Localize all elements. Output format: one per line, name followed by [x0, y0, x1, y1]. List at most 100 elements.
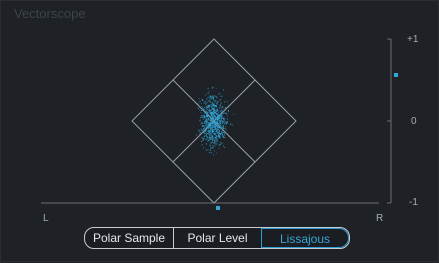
sample-dot: [214, 138, 216, 140]
sample-dot: [219, 127, 221, 129]
sample-dot: [211, 115, 213, 117]
sample-dot: [222, 122, 224, 124]
sample-dot: [211, 128, 213, 129]
sample-dot: [223, 110, 225, 112]
sample-dot: [225, 127, 227, 129]
sample-dot: [213, 121, 215, 123]
sample-dot: [203, 128, 205, 130]
sample-dot: [219, 143, 221, 145]
sample-dot: [207, 92, 209, 94]
sample-dot: [213, 105, 215, 107]
sample-dot: [223, 89, 224, 91]
sample-dot: [206, 136, 208, 138]
sample-dot: [221, 120, 223, 122]
sample-dot: [213, 104, 215, 106]
sample-dot: [210, 105, 212, 107]
sample-dot: [210, 137, 211, 139]
sample-dot: [204, 132, 206, 134]
sample-dot: [219, 115, 221, 117]
sample-dot: [217, 110, 219, 112]
sample-dot: [220, 96, 222, 97]
sample-dot: [210, 127, 211, 129]
sample-dot: [213, 97, 215, 98]
sample-dot: [203, 115, 205, 117]
sample-dot: [226, 123, 227, 125]
sample-dot: [221, 109, 223, 111]
sample-dot: [221, 106, 223, 107]
sample-dot: [216, 116, 218, 118]
sample-dot: [216, 135, 218, 137]
sample-dot: [202, 140, 203, 142]
sample-dot: [214, 107, 216, 109]
sample-dot: [212, 86, 214, 88]
sample-dot: [218, 127, 220, 129]
sample-dot: [210, 110, 212, 112]
sample-dot: [202, 119, 204, 121]
sample-dot: [212, 154, 214, 156]
sample-dot: [215, 118, 217, 119]
sample-dot: [218, 118, 219, 120]
sample-dot: [219, 113, 221, 115]
sample-dot: [219, 104, 221, 106]
sample-dot: [210, 131, 212, 133]
sample-dot: [211, 117, 213, 119]
sample-dot: [207, 107, 209, 108]
sample-dot: [208, 108, 210, 110]
sample-dot: [227, 111, 229, 113]
sample-dot: [208, 96, 209, 98]
sample-dot: [217, 115, 219, 117]
sample-dot: [218, 107, 220, 109]
sample-dot: [203, 102, 205, 104]
sample-dot: [207, 112, 209, 114]
sample-dot: [208, 129, 209, 131]
sample-dot: [212, 113, 214, 115]
sample-dot: [218, 93, 220, 95]
sample-dot: [206, 125, 208, 127]
sample-dot: [209, 97, 211, 99]
sample-dot: [214, 117, 216, 118]
sample-dot: [210, 149, 212, 151]
sample-dot: [205, 118, 207, 120]
sample-dot: [228, 105, 230, 107]
sample-dot: [218, 134, 220, 136]
sample-dot: [226, 118, 228, 120]
sample-dot: [213, 150, 215, 152]
sample-dot: [207, 122, 209, 124]
sample-dot: [218, 111, 219, 113]
sample-dot: [201, 103, 202, 105]
sample-dot: [222, 145, 224, 147]
sample-dot: [205, 107, 207, 109]
sample-dot: [220, 137, 222, 139]
sample-dot: [207, 110, 209, 112]
sample-dot: [206, 126, 208, 128]
sample-dot: [217, 109, 219, 111]
sample-dot: [223, 124, 224, 126]
mode-polar-sample-button[interactable]: Polar Sample: [85, 228, 173, 248]
sample-dot: [229, 123, 231, 125]
sample-dot: [203, 108, 205, 110]
sample-dot: [212, 146, 214, 148]
sample-dot: [215, 124, 217, 126]
mode-lissajous-button[interactable]: Lissajous: [261, 228, 349, 248]
mode-polar-level-button[interactable]: Polar Level: [173, 228, 261, 248]
sample-dot: [210, 101, 212, 103]
sample-dot: [201, 98, 203, 100]
sample-dot: [210, 122, 212, 124]
sample-dot: [202, 122, 203, 124]
sample-dot: [206, 121, 208, 123]
sample-dot: [220, 133, 221, 135]
sample-dot: [208, 91, 210, 93]
sample-dot: [218, 115, 220, 116]
sample-dot: [218, 145, 220, 146]
sample-dot: [211, 132, 213, 134]
sample-dot: [214, 122, 216, 124]
sample-dot: [206, 128, 208, 130]
sample-dot: [210, 145, 212, 147]
sample-dot: [221, 130, 223, 132]
sample-dot: [217, 135, 219, 137]
sample-dot: [221, 113, 223, 115]
sample-dot: [208, 139, 210, 141]
sample-dot: [224, 101, 226, 103]
sample-dot: [208, 136, 210, 138]
sample-dot: [221, 110, 223, 112]
